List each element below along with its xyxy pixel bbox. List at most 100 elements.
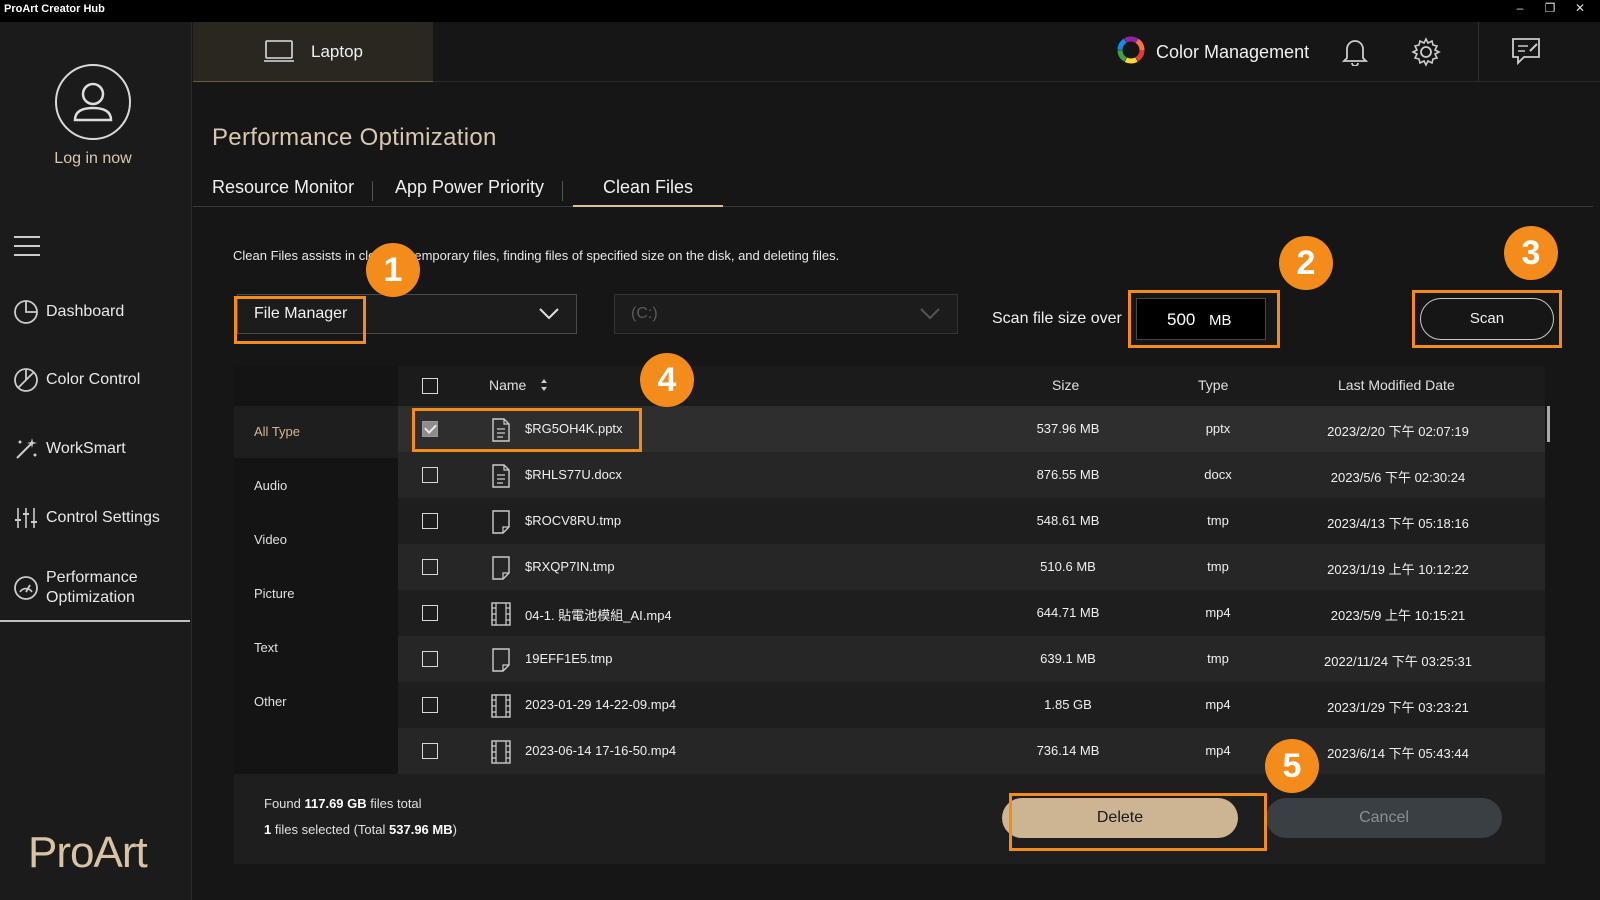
gear-icon[interactable] bbox=[1410, 36, 1442, 73]
scan-size-label: Scan file size over bbox=[992, 310, 1122, 327]
file-type: tmp bbox=[1207, 513, 1229, 528]
select-all-checkbox[interactable] bbox=[422, 378, 438, 394]
file-date: 2023/5/9 上午 10:15:21 bbox=[1330, 608, 1466, 623]
row-checkbox[interactable] bbox=[422, 743, 438, 759]
file-size: 639.1 MB bbox=[1040, 651, 1096, 666]
file-name: 2023-01-29 14-22-09.mp4 bbox=[525, 697, 677, 712]
table-row[interactable]: $RXQP7IN.tmp 510.6 MB tmp 2023/1/19 上午 10:1… bbox=[398, 544, 1545, 590]
file-date: 2023/2/20 下午 02:07:19 bbox=[1327, 424, 1469, 439]
close-button[interactable]: ✕ bbox=[1570, 1, 1590, 15]
callout-badge-3: 3 bbox=[1504, 226, 1558, 280]
nav-label: WorkSmart bbox=[46, 440, 126, 457]
callout-badge-5: 5 bbox=[1265, 739, 1319, 793]
file-date: 2023/1/29 下午 03:23:21 bbox=[1327, 700, 1469, 715]
app-title: ProArt Creator Hub bbox=[4, 3, 105, 15]
file-type: mp4 bbox=[1205, 605, 1231, 620]
file-type: tmp bbox=[1207, 559, 1229, 574]
color-management-button[interactable]: Color Management bbox=[1116, 36, 1309, 68]
nav-worksmart[interactable]: WorkSmart bbox=[0, 419, 190, 479]
laptop-icon bbox=[263, 39, 295, 68]
table-row[interactable]: 04-1. 貼電池模組_AI.mp4 644.71 MB mp4 2023/5/9 上… bbox=[398, 590, 1545, 636]
minimize-button[interactable]: – bbox=[1510, 1, 1530, 15]
footer: Found 117.69 GB files total 1 files sele… bbox=[234, 774, 1545, 864]
top-bar: Laptop Color Management bbox=[193, 22, 1600, 82]
blank-file-icon bbox=[491, 510, 511, 539]
row-checkbox[interactable] bbox=[422, 467, 438, 483]
type-all[interactable]: All Type bbox=[234, 406, 398, 458]
chevron-down-icon bbox=[919, 305, 941, 326]
type-other[interactable]: Other bbox=[234, 676, 398, 728]
type-audio[interactable]: Audio bbox=[234, 460, 398, 512]
tab-resource-monitor[interactable]: Resource Monitor bbox=[212, 175, 354, 207]
nav-dashboard[interactable]: Dashboard bbox=[0, 282, 190, 342]
file-type: tmp bbox=[1207, 651, 1229, 666]
document-icon bbox=[491, 464, 511, 493]
highlight-delete-button bbox=[1009, 793, 1267, 851]
cancel-button[interactable]: Cancel bbox=[1266, 798, 1502, 838]
file-date: 2023/1/19 上午 10:12:22 bbox=[1327, 562, 1469, 577]
nav-color-control[interactable]: Color Control bbox=[0, 350, 190, 410]
control-settings-icon bbox=[12, 504, 40, 532]
color-management-label: Color Management bbox=[1156, 41, 1310, 62]
sort-icon[interactable] bbox=[540, 378, 548, 397]
type-picture[interactable]: Picture bbox=[234, 568, 398, 620]
file-name: 19EFF1E5.tmp bbox=[525, 651, 613, 666]
nav-control-settings[interactable]: Control Settings bbox=[0, 488, 190, 548]
feedback-icon[interactable] bbox=[1510, 36, 1542, 71]
file-name: 04-1. 貼電池模組_AI.mp4 bbox=[525, 608, 672, 623]
dashboard-icon bbox=[12, 298, 40, 326]
file-size: 1.85 GB bbox=[1044, 697, 1092, 712]
nav-performance-optimization[interactable]: Performance Optimization bbox=[0, 556, 190, 622]
row-checkbox[interactable] bbox=[422, 697, 438, 713]
type-filter-list: All Type Audio Video Picture Text Other bbox=[234, 366, 398, 774]
top-divider bbox=[1478, 22, 1479, 82]
column-name[interactable]: Name bbox=[489, 377, 526, 393]
row-checkbox[interactable] bbox=[422, 559, 438, 575]
video-file-icon bbox=[491, 694, 511, 723]
dropdown-value: (C:) bbox=[631, 305, 658, 322]
performance-icon bbox=[12, 574, 40, 602]
table-row[interactable]: 2023-01-29 14-22-09.mp4 1.85 GB mp4 2023/1/… bbox=[398, 682, 1545, 728]
row-checkbox[interactable] bbox=[422, 605, 438, 621]
nav-label: Control Settings bbox=[46, 509, 160, 526]
blank-file-icon bbox=[491, 556, 511, 585]
file-type: mp4 bbox=[1205, 697, 1231, 712]
table-row[interactable]: 19EFF1E5.tmp 639.1 MB tmp 2022/11/24 下午 03:… bbox=[398, 636, 1545, 682]
tab-divider bbox=[372, 181, 373, 201]
video-file-icon bbox=[491, 602, 511, 631]
tab-clean-files[interactable]: Clean Files bbox=[573, 175, 723, 207]
type-text[interactable]: Text bbox=[234, 622, 398, 674]
menu-icon[interactable] bbox=[14, 236, 40, 256]
row-checkbox[interactable] bbox=[422, 651, 438, 667]
file-type: docx bbox=[1204, 467, 1232, 482]
type-video[interactable]: Video bbox=[234, 514, 398, 566]
column-last-modified[interactable]: Last Modified Date bbox=[1338, 377, 1455, 393]
bell-icon[interactable] bbox=[1341, 36, 1369, 71]
page-title: Performance Optimization bbox=[212, 124, 497, 151]
row-checkbox[interactable] bbox=[422, 513, 438, 529]
column-type[interactable]: Type bbox=[1198, 377, 1228, 393]
callout-badge-2: 2 bbox=[1279, 236, 1333, 290]
avatar-icon[interactable] bbox=[55, 64, 131, 140]
tab-app-power-priority[interactable]: App Power Priority bbox=[395, 175, 544, 207]
file-name: $ROCV8RU.tmp bbox=[525, 513, 622, 528]
blank-file-icon bbox=[491, 648, 511, 677]
table-header: Name Size Type Last Modified Date bbox=[398, 366, 1545, 406]
table-row[interactable]: 2023-06-14 17-16-50.mp4 736.14 MB mp4 2023/… bbox=[398, 728, 1545, 774]
column-size[interactable]: Size bbox=[1052, 377, 1079, 393]
main-content: Performance Optimization Resource Monito… bbox=[193, 82, 1600, 900]
file-date: 2023/4/13 下午 05:18:16 bbox=[1327, 516, 1469, 531]
description: Clean Files assists in cleaning temporar… bbox=[233, 248, 840, 263]
file-size: 876.55 MB bbox=[1036, 467, 1100, 482]
restore-button[interactable]: ❐ bbox=[1540, 1, 1560, 15]
table-row[interactable]: $RHLS77U.docx 876.55 MB docx 2023/5/6 下午 02… bbox=[398, 452, 1545, 498]
scrollbar[interactable] bbox=[1547, 406, 1550, 442]
nav-label: Color Control bbox=[46, 371, 141, 388]
table-row[interactable]: $ROCV8RU.tmp 548.61 MB tmp 2023/4/13 下午 05:… bbox=[398, 498, 1545, 544]
login-link[interactable]: Log in now bbox=[0, 150, 186, 168]
file-name: 2023-06-14 17-16-50.mp4 bbox=[525, 743, 677, 758]
drive-dropdown[interactable]: (C:) bbox=[614, 294, 958, 334]
highlight-scan-size bbox=[1128, 290, 1280, 348]
device-tab-laptop[interactable]: Laptop bbox=[193, 22, 433, 82]
proart-logo: ProArt bbox=[28, 828, 148, 877]
